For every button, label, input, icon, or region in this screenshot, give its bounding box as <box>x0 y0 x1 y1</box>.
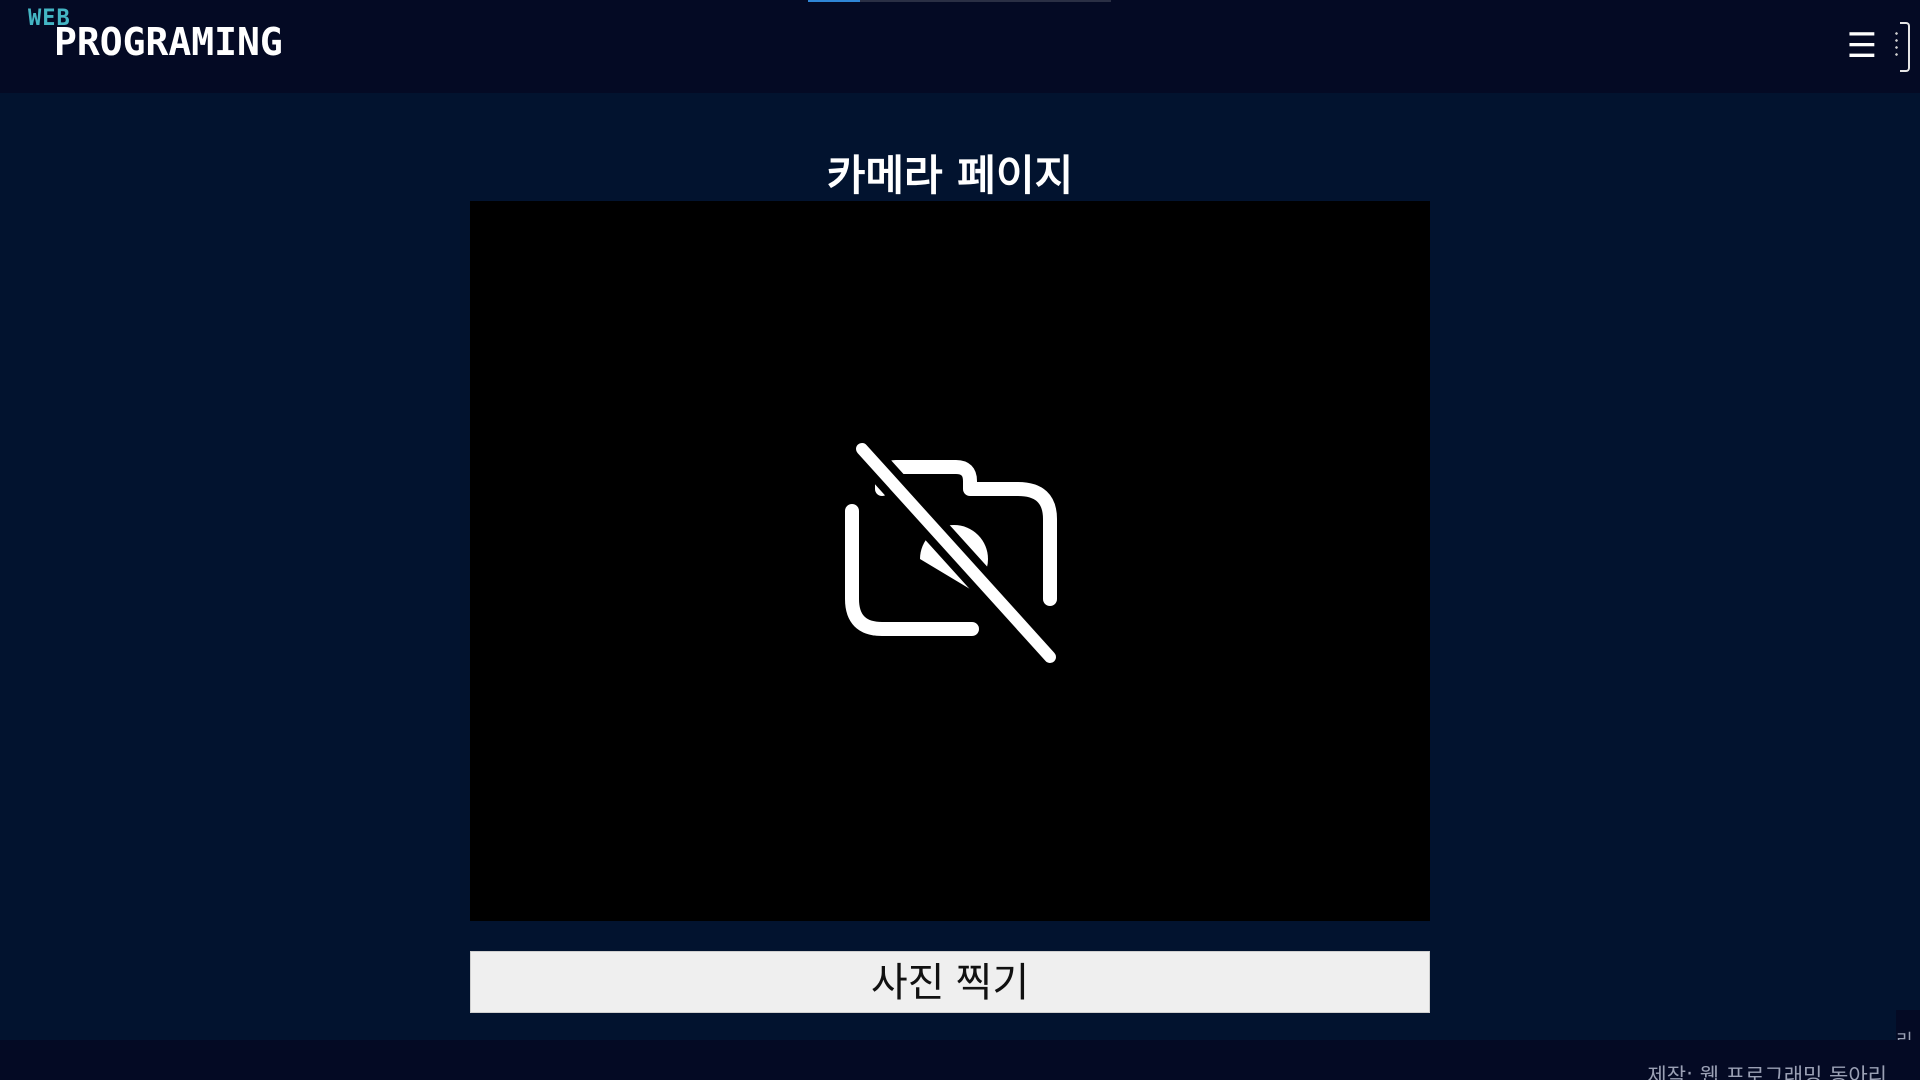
top-progress-bar <box>808 0 1111 2</box>
footer-credit: 제작: 웹 프로그래밍 동아리 <box>1647 1064 1887 1080</box>
top-header: WEB PROGRAMING ☰ <box>0 0 1920 93</box>
hamburger-menu-icon[interactable]: ☰ <box>1844 28 1880 64</box>
site-logo[interactable]: WEB PROGRAMING <box>28 8 318 64</box>
logo-main-text: PROGRAMING <box>54 20 283 64</box>
side-panel-handle[interactable] <box>1900 22 1910 72</box>
camera-preview <box>470 201 1430 921</box>
page-footer: 제작: 웹 프로그래밍 동아리 <box>0 1040 1920 1080</box>
page-title: 카메라 페이지 <box>826 151 1074 201</box>
app-page: WEB PROGRAMING ☰ 카메라 페이지 사진 찍기 리 제작: 웹 프… <box>0 0 1920 1080</box>
top-progress-fill <box>808 0 860 2</box>
drag-handle-dots-icon[interactable] <box>1895 30 1898 58</box>
camera-off-icon <box>845 435 1064 671</box>
take-photo-button[interactable]: 사진 찍기 <box>470 951 1430 1013</box>
